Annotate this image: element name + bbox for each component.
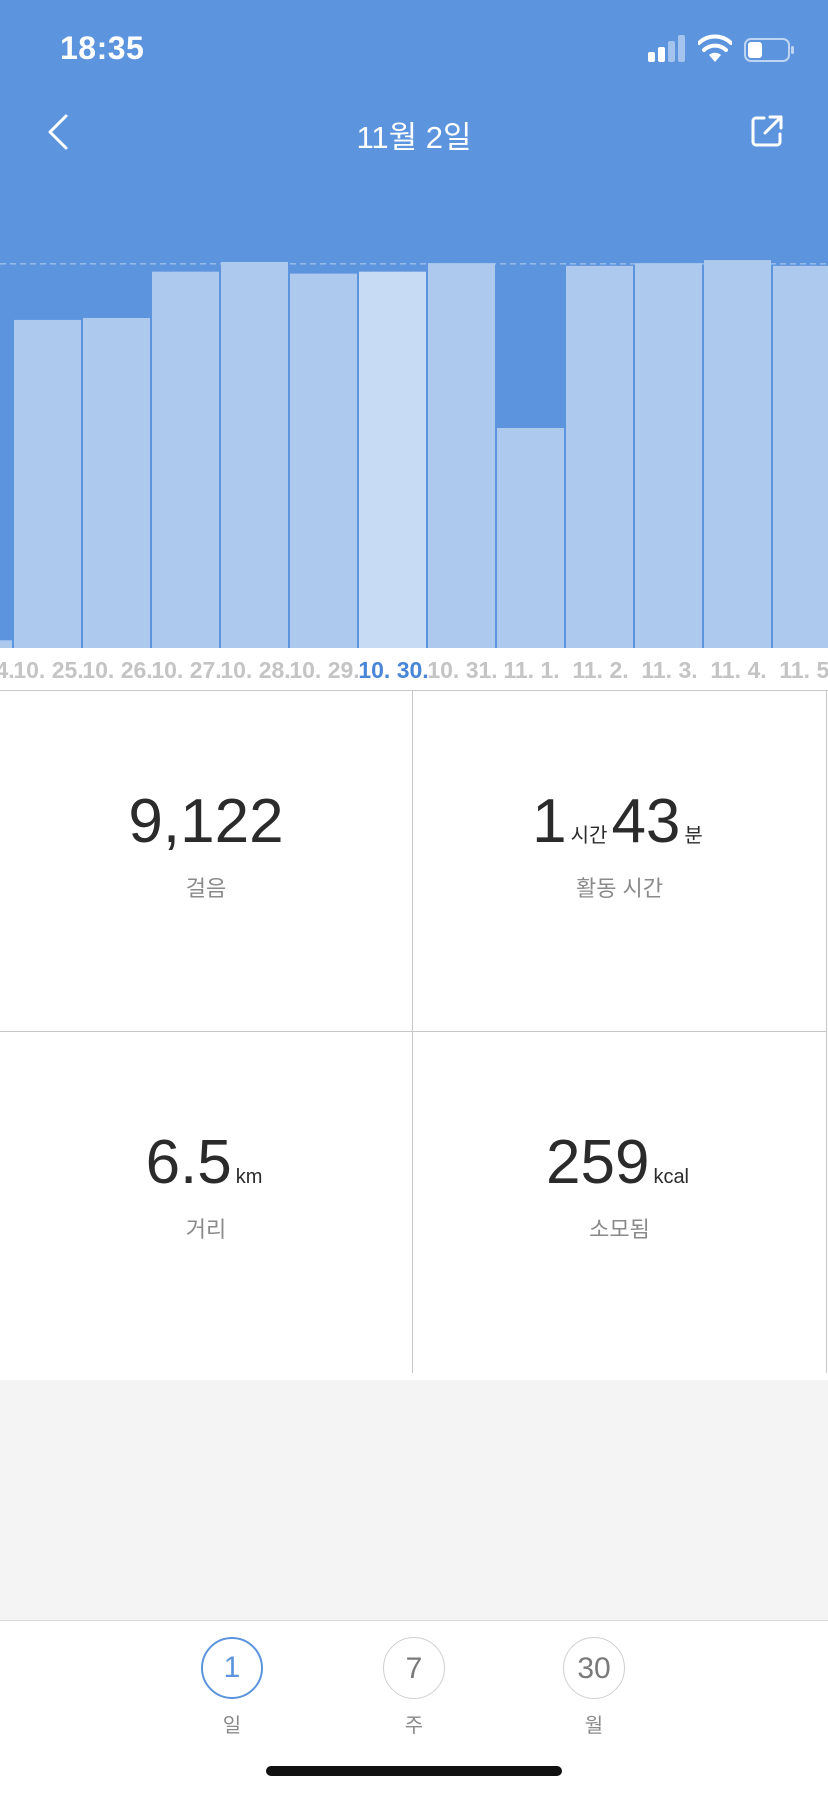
tab-day-label: 일 [222, 1715, 242, 1737]
chart-bar[interactable] [428, 263, 495, 648]
chart-x-tick-label[interactable]: 10. 30. [358, 657, 428, 683]
active-minutes-value: 43 [611, 787, 681, 856]
tab-month[interactable]: 30 월 [562, 1637, 626, 1737]
stats-grid: 9,122 걸음 1 시간43 분 활동 시간 6.5 km 거리 259 kcal 소… [0, 690, 828, 1381]
chart-bar[interactable] [635, 263, 702, 648]
chart-x-axis: 10. 24.10. 25.10. 26.10. 27.10. 28.10. 2… [0, 648, 828, 690]
page-title: 11월 2일 [356, 120, 472, 155]
steps-stat: 9,122 걸음 [0, 691, 413, 1032]
status-time: 18:35 [60, 30, 145, 66]
distance-label: 거리 [185, 1217, 227, 1242]
chart-bar[interactable] [566, 265, 633, 648]
chart-x-tick-label[interactable]: 10. 28. [220, 657, 290, 683]
empty-area [0, 1380, 828, 1620]
active-minutes-unit: 분 [684, 825, 703, 847]
distance-stat: 6.5 km 거리 [0, 1032, 413, 1373]
active-hours-value: 1 [532, 787, 567, 856]
chart-x-tick-label[interactable]: 11. 2. [572, 657, 628, 683]
chart-bar[interactable] [0, 640, 12, 648]
tab-day-number: 1 [201, 1637, 263, 1699]
tab-day[interactable]: 1 일 [200, 1637, 264, 1737]
calories-label: 소모됨 [589, 1217, 650, 1242]
chart-x-tick-label[interactable]: 10. 26. [82, 657, 152, 683]
chart-x-tick-label[interactable]: 11. 3. [641, 657, 697, 683]
chart-x-tick-label[interactable]: 10. 31. [427, 657, 497, 683]
chart-bar[interactable] [704, 260, 771, 648]
signal-icon [648, 35, 685, 62]
active-time-stat: 1 시간43 분 활동 시간 [413, 691, 827, 1032]
chart-bar[interactable] [497, 427, 564, 648]
chart-x-tick-label[interactable]: 11. 5. [779, 657, 828, 683]
chart-x-tick-label[interactable]: 10. 25. [13, 657, 83, 683]
wifi-icon [698, 34, 732, 62]
share-icon[interactable] [750, 114, 784, 148]
chart-x-tick-label[interactable]: 11. 4. [710, 657, 766, 683]
steps-label: 걸음 [185, 876, 227, 901]
calories-value: 259 [545, 1128, 650, 1197]
battery-icon [744, 38, 794, 62]
chart-x-tick-label[interactable]: 10. 27. [151, 657, 221, 683]
chart-bar[interactable] [152, 271, 219, 648]
chart-bar[interactable] [290, 273, 357, 648]
active-hours-unit: 시간 [570, 825, 608, 847]
chart-bar[interactable] [221, 262, 288, 648]
tab-month-label: 월 [584, 1715, 604, 1737]
calories-stat: 259 kcal 소모됨 [413, 1032, 827, 1373]
calories-unit: kcal [653, 1166, 690, 1188]
tab-month-number: 30 [563, 1637, 625, 1699]
chart-x-tick-label[interactable]: 11. 1. [503, 657, 559, 683]
chart-bar[interactable] [14, 319, 81, 648]
chart-bar[interactable] [359, 271, 426, 648]
chart-bar[interactable] [83, 317, 150, 648]
tab-week-label: 주 [404, 1715, 424, 1737]
distance-value: 6.5 [145, 1128, 232, 1197]
steps-value: 9,122 [128, 787, 284, 856]
distance-unit: km [235, 1166, 263, 1188]
chart-x-tick-label[interactable]: 10. 29. [289, 657, 359, 683]
status-icons [648, 34, 798, 64]
tab-week-number: 7 [383, 1637, 445, 1699]
steps-bar-chart [0, 260, 828, 648]
tab-week[interactable]: 7 주 [382, 1637, 446, 1737]
active-time-label: 활동 시간 [575, 876, 664, 901]
chart-bar[interactable] [773, 265, 828, 648]
home-indicator [266, 1766, 562, 1776]
